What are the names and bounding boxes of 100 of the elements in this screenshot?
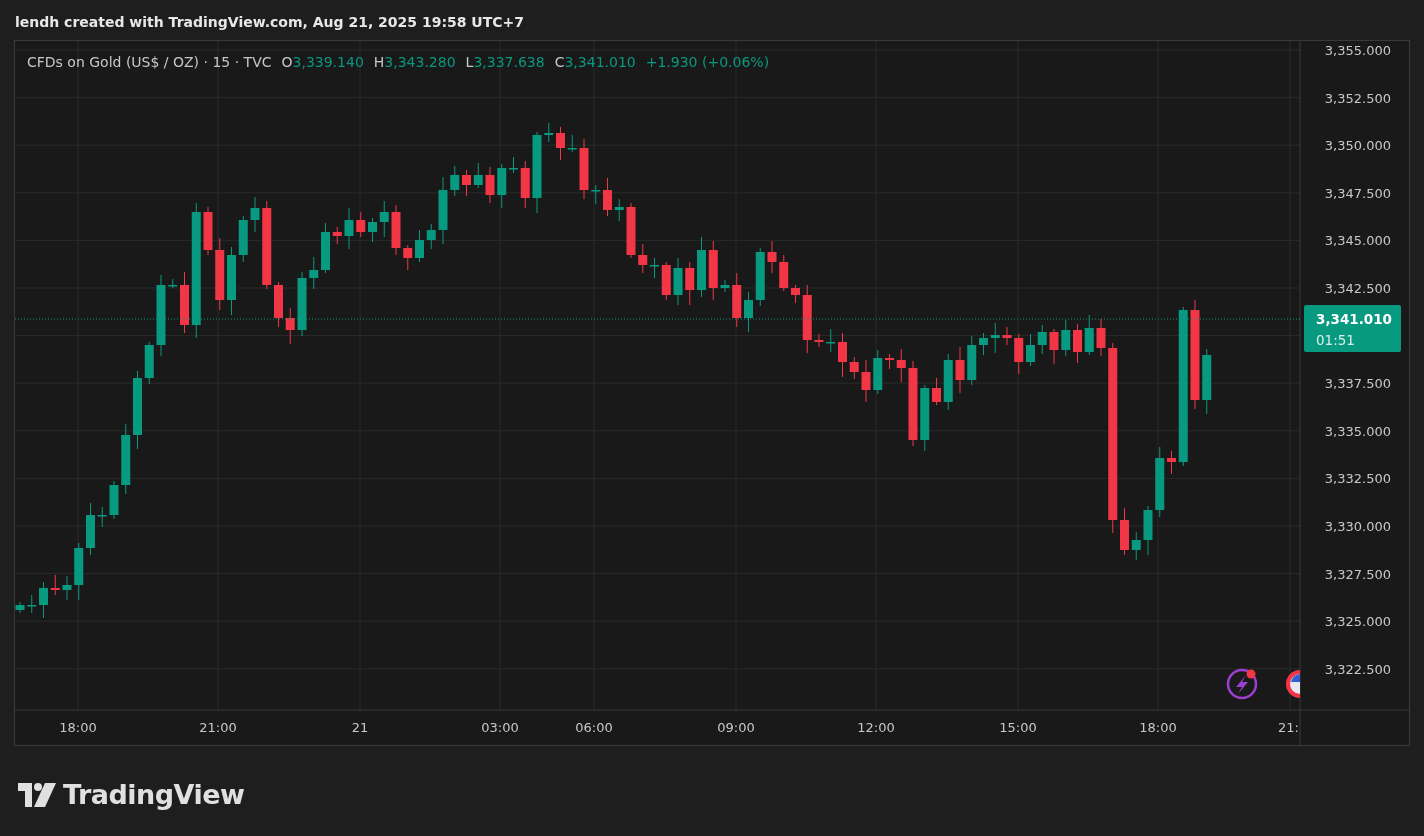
time-axis-label: 06:00 — [575, 720, 613, 735]
candlestick — [744, 291, 753, 333]
candlestick — [356, 211, 366, 238]
candlestick — [814, 333, 824, 348]
price-axis-label: 3,330.000 — [1324, 519, 1391, 534]
price-axis-label: 3,335.000 — [1324, 423, 1391, 439]
candlestick — [97, 506, 107, 528]
candlestick — [638, 243, 648, 274]
candlestick — [168, 278, 178, 289]
time-axis-label: 18:00 — [1139, 720, 1177, 735]
ohlc-value: 3,343.280 — [384, 54, 456, 70]
candlestick — [227, 246, 236, 316]
flag-icon[interactable] — [1286, 670, 1300, 698]
candlestick — [285, 307, 295, 345]
candlestick — [1014, 333, 1024, 375]
candlestick — [144, 341, 154, 385]
logo-text: TradingView — [63, 779, 245, 810]
candlestick — [826, 328, 836, 353]
candlestick — [767, 240, 777, 274]
candlestick — [497, 163, 507, 209]
ohlc-key: H — [373, 54, 385, 70]
candlestick — [708, 240, 718, 301]
candlestick — [955, 346, 965, 394]
candlestick — [650, 257, 659, 279]
candlestick — [274, 281, 283, 328]
candlestick — [1084, 314, 1094, 356]
price-axis-label: 3,352.500 — [1324, 90, 1391, 106]
candlestick — [438, 176, 448, 245]
candlestick — [896, 348, 906, 383]
candlestick — [344, 207, 354, 250]
candlestick — [873, 349, 883, 395]
time-axis-label: 15:00 — [999, 720, 1037, 735]
candlestick — [520, 160, 530, 209]
price-axis-label: 3,332.500 — [1324, 471, 1391, 487]
price-axis-label: 3,342.500 — [1324, 281, 1391, 296]
ohlc-value: 3,339.140 — [292, 54, 364, 70]
last-price-label: 3,341.010 — [1316, 311, 1392, 327]
candlestick — [673, 257, 683, 306]
candlestick — [685, 261, 695, 306]
candlestick — [391, 204, 401, 256]
time-axis-label: 21:00 — [199, 720, 237, 735]
candlestick — [368, 217, 377, 243]
candlestick — [697, 236, 706, 298]
time-axis-label: 09:00 — [717, 720, 755, 735]
candlestick — [567, 134, 577, 153]
ohlc-key: L — [465, 54, 474, 70]
candlestick — [321, 222, 330, 274]
candlestick — [626, 202, 636, 259]
ohlc-key: C — [554, 54, 565, 70]
candlestick — [802, 284, 812, 354]
candlestick — [755, 247, 765, 307]
candlestick — [450, 165, 460, 197]
lightning-icon[interactable] — [1226, 668, 1258, 700]
candlestick — [15, 601, 25, 614]
candlestick — [1202, 348, 1212, 415]
candlestick — [967, 335, 977, 386]
candlestick — [1037, 324, 1047, 355]
ohlc-value: 3,337.638 — [473, 54, 545, 70]
chart-caption: lendh created with TradingView.com, Aug 21, 2025 19:58 UTC+7 — [15, 13, 525, 32]
candlestick — [403, 244, 413, 271]
candlestick — [203, 206, 213, 256]
candlestick — [297, 271, 307, 337]
time-axis-label: 03:00 — [481, 720, 519, 735]
candlestick — [1096, 318, 1106, 357]
candlestick — [920, 384, 930, 452]
candlestick — [238, 215, 248, 263]
candlestick — [485, 166, 495, 204]
candlestick — [579, 138, 589, 200]
candlestick — [121, 423, 131, 495]
candlestick — [1061, 319, 1071, 357]
candlestick — [1002, 326, 1012, 346]
countdown-label: 01:51 — [1316, 332, 1355, 348]
change-value: +1.930 (+0.06%) — [645, 54, 770, 70]
candlestick — [62, 575, 72, 601]
candlestick — [591, 184, 601, 205]
candlestick — [614, 198, 624, 222]
candlestick — [379, 200, 389, 238]
candlestick — [1143, 505, 1153, 556]
ohlc-key: O — [281, 54, 293, 70]
candlestick — [180, 271, 189, 334]
candlestick — [250, 196, 260, 233]
candlestick — [849, 356, 859, 380]
candlestick — [473, 162, 483, 189]
time-axis-label: 21: — [1278, 720, 1299, 735]
candlestick — [603, 177, 612, 217]
candlestick — [27, 594, 37, 614]
price-axis-label: 3,337.500 — [1324, 376, 1391, 392]
candlestick — [309, 256, 319, 290]
candlestick — [779, 254, 789, 292]
candlestick — [544, 122, 554, 143]
candlestick — [720, 279, 730, 293]
candlestick — [74, 542, 84, 601]
ohlc-value: 3,341.010 — [564, 54, 636, 70]
candlestick — [661, 261, 671, 301]
candlestick — [1073, 323, 1082, 364]
price-axis-label: 3,350.000 — [1324, 138, 1391, 154]
candlestick — [1120, 507, 1129, 556]
candlestick — [979, 332, 988, 356]
time-axis-label: 12:00 — [857, 720, 895, 735]
candlestick — [1026, 333, 1035, 367]
